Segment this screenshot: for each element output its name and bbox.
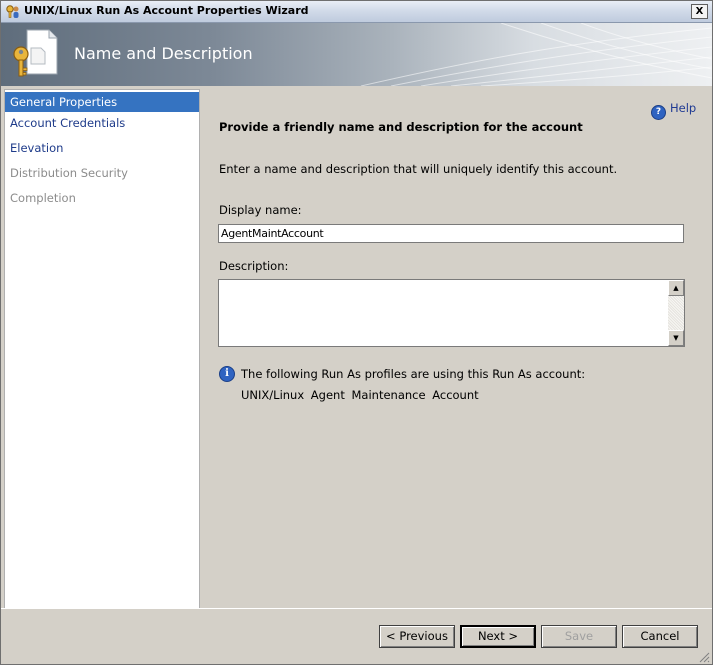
description-scrollbar[interactable]: ▲ ▼ <box>668 280 684 346</box>
sidebar-item-completion: Completion <box>10 191 76 205</box>
next-button[interactable]: Next > <box>460 625 536 648</box>
title-bar: UNIX/Linux Run As Account Properties Wiz… <box>1 1 712 23</box>
wizard-window: UNIX/Linux Run As Account Properties Wiz… <box>0 0 713 665</box>
run-as-profiles-info: The following Run As profiles are using … <box>241 367 586 381</box>
wizard-footer: < Previous Next > Save Cancel <box>1 608 712 665</box>
scroll-up-arrow-icon[interactable]: ▲ <box>668 280 684 296</box>
sidebar-item-general-properties[interactable]: General Properties <box>5 92 199 112</box>
help-link[interactable]: ? Help <box>651 101 696 120</box>
info-icon: i <box>219 366 235 382</box>
window-title: UNIX/Linux Run As Account Properties Wiz… <box>24 4 309 17</box>
help-icon: ? <box>651 105 666 120</box>
page-title: Name and Description <box>74 44 253 63</box>
intro-text: Enter a name and description that will u… <box>219 162 618 176</box>
resize-grip-icon[interactable] <box>698 651 710 663</box>
display-name-label: Display name: <box>219 203 302 217</box>
scroll-down-arrow-icon[interactable]: ▼ <box>668 330 684 346</box>
key-document-icon <box>13 29 58 77</box>
display-name-input[interactable]: AgentMaintAccount <box>218 224 684 243</box>
description-label: Description: <box>219 259 289 273</box>
previous-button[interactable]: < Previous <box>379 625 455 648</box>
wizard-banner: Name and Description <box>1 23 712 86</box>
save-button[interactable]: Save <box>541 625 617 648</box>
sidebar-item-elevation[interactable]: Elevation <box>5 137 199 162</box>
description-textarea[interactable]: ▲ ▼ <box>218 279 685 347</box>
wizard-steps-sidebar: General Properties Account Credentials E… <box>4 89 200 609</box>
sidebar-item-distribution-security: Distribution Security <box>10 166 128 180</box>
section-heading: Provide a friendly name and description … <box>219 120 583 134</box>
cancel-button[interactable]: Cancel <box>622 625 698 648</box>
close-button[interactable]: X <box>691 4 708 19</box>
help-label: Help <box>670 101 697 115</box>
banner-decoration <box>360 23 712 86</box>
key-account-icon <box>6 5 19 18</box>
sidebar-item-account-credentials[interactable]: Account Credentials <box>5 112 199 137</box>
run-as-profile-name: UNIX/Linux Agent Maintenance Account <box>241 388 479 402</box>
main-panel: ? Help Provide a friendly name and descri… <box>200 88 708 608</box>
